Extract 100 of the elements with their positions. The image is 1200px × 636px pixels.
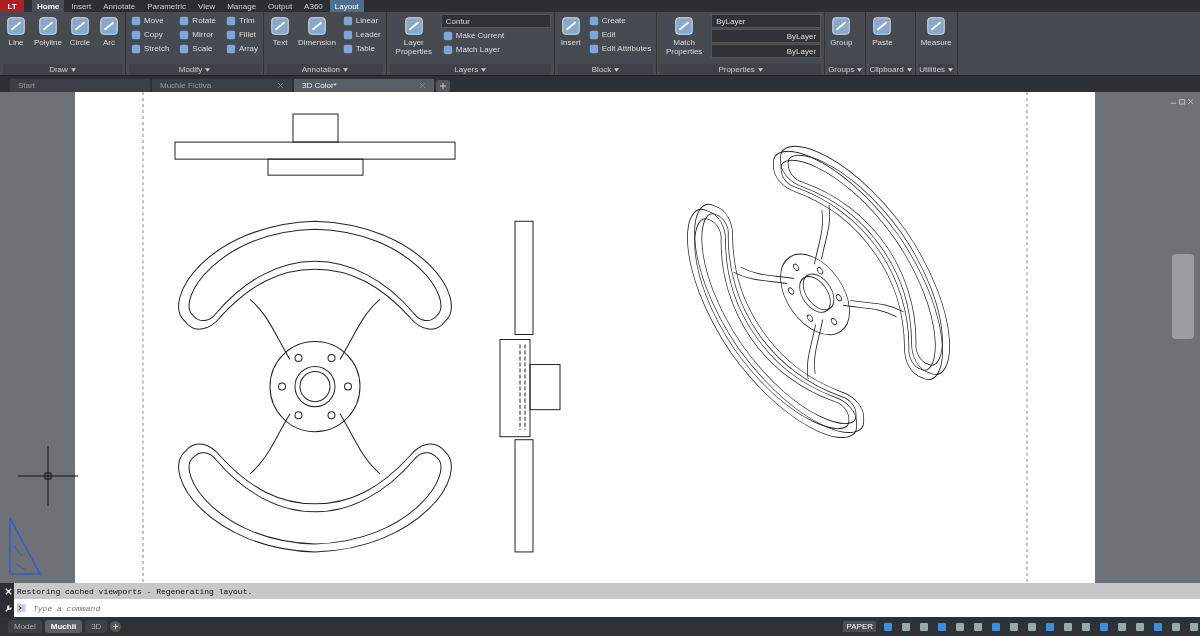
tool-icon xyxy=(559,15,582,37)
ribbon-button[interactable]: Dimension xyxy=(296,14,338,48)
command-field[interactable]: Type a command xyxy=(14,599,1200,617)
dropdown-field[interactable]: ByLayer xyxy=(711,29,822,43)
ucs-icon xyxy=(8,516,42,576)
file-tab[interactable]: 3D Color* xyxy=(294,79,434,92)
ribbon-button[interactable]: Paste xyxy=(869,14,896,48)
ribbon-button[interactable]: Measure xyxy=(918,14,954,48)
ribbon-button[interactable]: Mirror xyxy=(177,28,218,41)
ribbon-tab[interactable]: Parametric xyxy=(142,0,191,12)
space-toggle[interactable]: PAPER xyxy=(843,621,876,632)
command-history: Restoring cached viewports - Regenerating layout. xyxy=(14,583,1200,599)
caret-icon[interactable] xyxy=(857,67,863,72)
ribbon-tab[interactable]: Manage xyxy=(222,0,262,12)
dropdown-field[interactable]: ByLayer xyxy=(711,14,822,28)
ribbon-button[interactable]: Circle xyxy=(67,14,93,48)
panel-title[interactable]: Properties xyxy=(718,65,755,74)
tool-icon xyxy=(179,43,190,54)
caret-icon[interactable] xyxy=(70,67,76,72)
caret-icon[interactable] xyxy=(205,67,211,72)
command-input[interactable]: Type a command xyxy=(33,603,1200,613)
file-tab[interactable]: Muchie Fictiva xyxy=(152,79,292,92)
tool-icon xyxy=(588,43,599,54)
tool-icon xyxy=(131,29,141,40)
dropdown-field[interactable]: Contur xyxy=(440,14,551,28)
prompt-icon[interactable] xyxy=(17,603,29,613)
tool-icon xyxy=(442,44,453,55)
tool-icon xyxy=(588,29,599,40)
ribbon-button[interactable]: Create xyxy=(586,14,654,27)
dropdown-field[interactable]: ByLayer xyxy=(711,44,822,58)
ribbon-tab[interactable]: Layout xyxy=(329,0,364,12)
sheet-tab[interactable]: Model xyxy=(8,620,42,633)
wrench-icon[interactable] xyxy=(3,604,13,613)
tool-icon xyxy=(673,15,696,37)
ribbon-button[interactable]: Match Layer xyxy=(440,43,551,56)
tool-icon xyxy=(98,15,120,37)
ribbon-button[interactable]: Stretch xyxy=(129,42,172,55)
add-layout-icon[interactable] xyxy=(110,621,122,632)
crosshair-cursor xyxy=(18,446,78,506)
tool-icon xyxy=(131,15,141,26)
tool-icon xyxy=(179,15,190,26)
tool-icon xyxy=(342,43,353,54)
ribbon-button[interactable]: Make Current xyxy=(440,29,551,42)
ribbon-tab[interactable]: Annotate xyxy=(98,0,141,12)
app-button[interactable]: LT xyxy=(0,0,24,12)
window-controls-icon[interactable] xyxy=(1169,97,1195,106)
tool-icon xyxy=(925,15,948,37)
ribbon-tab[interactable]: Insert xyxy=(66,0,97,12)
panel-title[interactable]: Draw xyxy=(49,65,68,74)
ribbon-tab[interactable]: Home xyxy=(32,0,65,12)
caret-icon[interactable] xyxy=(757,67,763,72)
tool-icon xyxy=(37,15,59,37)
tool-icon xyxy=(225,43,236,54)
sheet-tab[interactable]: 3D xyxy=(85,620,108,633)
panel-title[interactable]: Layers xyxy=(454,65,479,74)
caret-icon[interactable] xyxy=(481,67,487,72)
caret-icon[interactable] xyxy=(906,67,912,72)
ribbon-button[interactable]: Table xyxy=(340,42,383,55)
ribbon-button[interactable]: Edit Attributes xyxy=(586,42,654,55)
tool-icon xyxy=(588,15,599,26)
ribbon-button[interactable]: Trim xyxy=(223,14,261,27)
ribbon-button[interactable]: Arc xyxy=(96,14,122,48)
tool-icon xyxy=(442,30,453,41)
tool-icon xyxy=(225,15,236,26)
ribbon-button[interactable]: Line xyxy=(3,14,29,48)
tool-icon xyxy=(5,15,27,37)
tool-icon xyxy=(305,15,328,37)
ribbon-button[interactable]: Linear xyxy=(340,14,383,27)
caret-icon[interactable] xyxy=(948,67,954,72)
caret-icon[interactable] xyxy=(614,67,620,72)
ribbon-button[interactable]: Group xyxy=(828,14,855,48)
ribbon-button[interactable]: Polyline xyxy=(32,14,64,48)
ribbon-button[interactable]: Array xyxy=(223,42,261,55)
file-tab[interactable]: Start xyxy=(10,79,150,92)
panel-title[interactable]: Block xyxy=(591,65,612,74)
panel-title[interactable]: Modify xyxy=(178,65,203,74)
tool-icon xyxy=(225,29,236,40)
ribbon-button[interactable]: Rotate xyxy=(177,14,218,27)
caret-icon[interactable] xyxy=(343,67,349,72)
ribbon-button[interactable]: Copy xyxy=(129,28,172,41)
ribbon-button[interactable]: Edit xyxy=(586,28,654,41)
tool-icon xyxy=(402,15,425,37)
ribbon-button[interactable]: Move xyxy=(129,14,172,27)
tool-icon xyxy=(871,15,894,37)
ribbon-button[interactable]: Scale xyxy=(177,42,218,55)
add-tab-icon[interactable] xyxy=(436,80,450,92)
ribbon-button[interactable]: Fillet xyxy=(223,28,261,41)
tool-icon xyxy=(131,43,141,54)
tool-icon xyxy=(69,15,91,37)
tool-icon xyxy=(342,15,353,26)
ribbon-tab[interactable]: A360 xyxy=(299,0,328,12)
ribbon-tab[interactable]: Output xyxy=(263,0,298,12)
ribbon-button[interactable]: Match Properties xyxy=(660,14,709,57)
ribbon-button[interactable]: Layer Properties xyxy=(389,14,438,57)
ribbon-button[interactable]: Leader xyxy=(340,28,383,41)
ribbon-button[interactable]: Insert xyxy=(557,14,584,48)
ribbon-button[interactable]: Text xyxy=(267,14,294,48)
ribbon-tab[interactable]: View xyxy=(192,0,221,12)
sheet-tab[interactable]: Muchii xyxy=(44,620,83,633)
tool-icon xyxy=(269,15,292,37)
